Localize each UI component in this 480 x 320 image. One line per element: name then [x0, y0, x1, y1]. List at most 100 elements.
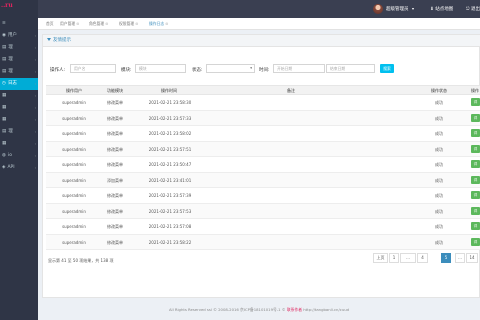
cell-user: superadmin	[62, 146, 86, 152]
sidebar-item[interactable]: ▦ ‹	[0, 90, 38, 102]
detail-button[interactable]: 详	[471, 160, 480, 168]
sidebar-item[interactable]: ◈ API ‹	[0, 162, 38, 174]
detail-button[interactable]: 详	[471, 191, 480, 199]
module-filter-input[interactable]: 模块	[135, 64, 186, 73]
cell-status: 成功	[435, 115, 443, 121]
page-button[interactable]: 14	[466, 253, 478, 263]
tab-user-management[interactable]: 用户管理⊗	[58, 20, 81, 28]
cell-status: 成功	[435, 131, 443, 136]
detail-button[interactable]: 详	[471, 175, 480, 184]
cell-module: 修改菜单	[107, 115, 123, 121]
tab-operation-log[interactable]: 操作日志⊗	[147, 20, 170, 28]
chevron-left-icon: ‹	[34, 82, 36, 86]
tab-label: 用户管理	[60, 21, 76, 26]
end-date-input[interactable]: 结束日期	[326, 64, 375, 73]
page-button[interactable]: 1	[389, 253, 399, 263]
detail-button[interactable]: 详	[471, 144, 480, 153]
cell-module: 修改菜单	[107, 146, 123, 152]
table-row: superadmin 修改菜单 2021-02-21 23:58:30 成功 详	[46, 95, 480, 111]
cell-user: superadmin	[62, 162, 86, 167]
table-row: superadmin 修改菜单 2021-02-21 23:57:53 成功 详	[46, 203, 480, 219]
io-icon: ◍	[2, 153, 6, 158]
doc-icon: ▤	[2, 45, 7, 50]
column-header: 操作状态	[431, 88, 447, 93]
sidebar-item[interactable]: ▤ 理 ‹	[0, 126, 38, 138]
tab-permission-management[interactable]: 权限管理⊗	[117, 20, 140, 28]
chevron-left-icon: ‹	[34, 130, 36, 134]
table-row: superadmin 添加菜单 2021-02-21 23:41:01 成功 详	[46, 172, 480, 188]
sidebar-item-label: 日志	[7, 81, 17, 86]
cell-module: 添加菜单	[107, 177, 123, 183]
tab-home[interactable]: 首页	[44, 20, 56, 28]
search-button[interactable]: 搜索	[380, 64, 394, 73]
sitemap-link[interactable]: ⬇ 站点地图	[430, 6, 453, 12]
detail-button[interactable]: 详	[471, 222, 480, 230]
sidebar-item[interactable]: ▦ ‹	[0, 102, 38, 114]
cell-time: 2021-02-21 23:58:22	[148, 239, 192, 245]
cell-user: superadmin	[62, 208, 86, 214]
tab-label: 操作日志	[149, 21, 165, 26]
page-button[interactable]: …	[455, 253, 465, 263]
user-icon: ◉	[2, 33, 6, 38]
tab-label: 角色管理	[89, 21, 105, 26]
detail-button[interactable]: 详	[471, 113, 480, 122]
column-header: 功能模块	[107, 88, 123, 93]
panel-title: 友情提示	[53, 38, 71, 43]
panel-header: 友情提示	[43, 35, 480, 47]
cell-user: superadmin	[62, 177, 86, 183]
contact-link[interactable]: 联系作者	[287, 307, 302, 312]
chevron-left-icon: ‹	[34, 58, 36, 62]
detail-button[interactable]: 详	[471, 206, 480, 215]
table-row: superadmin 修改菜单 2021-02-21 23:58:22 成功 详	[46, 234, 480, 250]
sidebar-item[interactable]: ▦ ‹	[0, 138, 38, 150]
cell-module: 修改菜单	[107, 239, 123, 245]
cell-time: 2021-02-21 23:57:08	[148, 224, 192, 229]
caret-down-icon[interactable]	[47, 38, 51, 41]
detail-button[interactable]: 详	[471, 98, 480, 106]
cell-time: 2021-02-21 23:57:53	[148, 208, 192, 214]
table-row: superadmin 修改菜单 2021-02-21 23:50:47 成功 详	[46, 157, 480, 173]
user-filter-label: 操作人:	[50, 68, 66, 73]
detail-button[interactable]: 详	[471, 129, 480, 137]
tab-role-management[interactable]: 角色管理⊗	[87, 20, 110, 28]
page-button[interactable]: 4	[417, 253, 428, 263]
start-date-input[interactable]: 开始日期	[273, 64, 325, 73]
table-header: 操作用户 功能模块 操作时间 备注 操作状态 操作	[46, 85, 480, 95]
sidebar-item[interactable]: ▤ 理 ‹	[0, 54, 38, 66]
sidebar-item[interactable]: ≡	[0, 18, 38, 30]
cell-time: 2021-02-21 23:58:02	[148, 131, 192, 136]
close-icon[interactable]: ⊗	[105, 21, 108, 26]
sidebar-item-label: 用户	[7, 33, 17, 38]
logout-link[interactable]: ⎋ 退出	[466, 6, 480, 12]
log-icon: ◷	[2, 81, 6, 86]
site-url[interactable]: http://tangbanli.cn/cuud	[303, 307, 349, 312]
user-filter-input[interactable]: 用户名	[70, 64, 116, 73]
grid-icon: ▦	[2, 105, 7, 110]
chevron-down-icon[interactable]: ▾	[412, 6, 414, 11]
page-button[interactable]: 上页	[373, 253, 388, 263]
sidebar-item[interactable]: ▤ 理 ‹	[0, 42, 38, 54]
cell-module: 修改菜单	[107, 208, 123, 214]
cell-status: 成功	[435, 224, 443, 229]
sidebar-item[interactable]: ▦ ‹	[0, 114, 38, 126]
user-name[interactable]: 超级管理员	[386, 6, 409, 12]
close-icon[interactable]: ⊗	[76, 21, 79, 26]
cell-user: superadmin	[62, 193, 86, 198]
logo-text: ..ru	[1, 2, 13, 9]
sidebar-item[interactable]: ▤ 理 ‹	[0, 66, 38, 78]
logo[interactable]: ..ru	[0, 0, 38, 18]
sidebar-item[interactable]: ◉ 用户 ‹	[0, 30, 38, 42]
page-button[interactable]: 5	[441, 253, 451, 263]
doc-icon: ▤	[2, 69, 7, 74]
sidebar-item[interactable]: ◷ 日志 ‹	[0, 78, 38, 90]
close-icon[interactable]: ⊗	[165, 21, 168, 26]
table-row: superadmin 修改菜单 2021-02-21 23:57:51 成功 详	[46, 141, 480, 157]
status-filter-select[interactable]: ▾	[206, 64, 255, 73]
cell-status: 成功	[435, 177, 443, 183]
close-icon[interactable]: ⊗	[135, 21, 138, 26]
detail-button[interactable]: 详	[471, 237, 480, 246]
avatar[interactable]	[373, 4, 383, 14]
table-row: superadmin 修改菜单 2021-02-21 23:57:08 成功 详	[46, 219, 480, 235]
page-button[interactable]: …	[400, 253, 416, 263]
sidebar-item[interactable]: ◍ io ‹	[0, 150, 38, 162]
